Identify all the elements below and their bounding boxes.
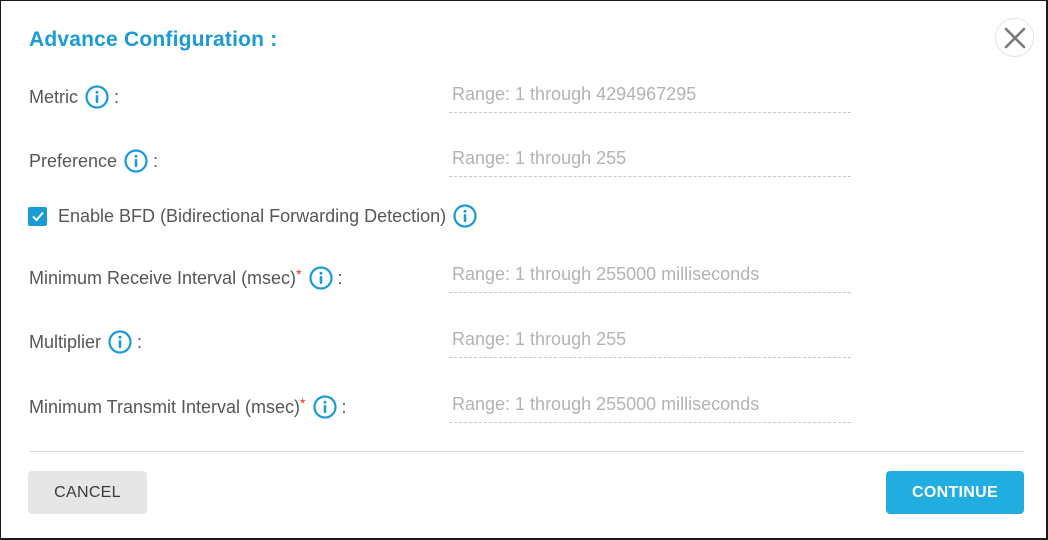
metric-input[interactable] bbox=[449, 77, 851, 113]
min-transmit-interval-label: Minimum Transmit Interval (msec)* bbox=[29, 394, 306, 418]
min-transmit-interval-row: Minimum Transmit Interval (msec)* : bbox=[29, 392, 347, 422]
continue-button[interactable]: CONTINUE bbox=[886, 471, 1024, 514]
min-transmit-interval-text: Minimum Transmit Interval (msec) bbox=[29, 396, 301, 417]
info-icon[interactable] bbox=[124, 149, 148, 173]
close-button[interactable] bbox=[995, 18, 1034, 57]
dialog-title: Advance Configuration : bbox=[29, 28, 278, 51]
multiplier-label: Multiplier bbox=[29, 331, 102, 352]
min-transmit-interval-input[interactable] bbox=[449, 387, 851, 423]
required-asterisk: * bbox=[300, 394, 306, 411]
min-receive-interval-label: Minimum Receive Interval (msec)* bbox=[29, 265, 302, 289]
preference-input[interactable] bbox=[449, 141, 851, 177]
min-transmit-interval-colon: : bbox=[341, 396, 347, 417]
preference-label: Preference bbox=[29, 150, 118, 171]
multiplier-input[interactable] bbox=[449, 322, 851, 358]
advance-configuration-dialog: Advance Configuration : Metric : Prefere… bbox=[0, 0, 1048, 540]
info-icon[interactable] bbox=[85, 85, 109, 109]
multiplier-colon: : bbox=[137, 331, 143, 352]
bfd-row: Enable BFD (Bidirectional Forwarding Det… bbox=[28, 201, 482, 231]
metric-colon: : bbox=[114, 86, 120, 107]
cancel-button[interactable]: CANCEL bbox=[28, 471, 147, 514]
info-icon[interactable] bbox=[312, 395, 337, 419]
min-receive-interval-input[interactable] bbox=[449, 257, 851, 293]
footer-divider bbox=[29, 451, 1024, 452]
info-icon[interactable] bbox=[453, 204, 477, 228]
min-receive-interval-text: Minimum Receive Interval (msec) bbox=[29, 267, 297, 288]
close-icon bbox=[1004, 27, 1025, 48]
info-icon[interactable] bbox=[308, 266, 333, 290]
min-receive-interval-colon: : bbox=[337, 267, 343, 288]
min-receive-interval-row: Minimum Receive Interval (msec)* : bbox=[29, 263, 343, 293]
enable-bfd-checkbox[interactable] bbox=[28, 206, 47, 226]
metric-row: Metric : bbox=[29, 82, 119, 112]
multiplier-row: Multiplier : bbox=[29, 327, 142, 357]
required-asterisk: * bbox=[296, 265, 302, 282]
preference-colon: : bbox=[153, 150, 159, 171]
checkmark-icon bbox=[31, 211, 44, 222]
metric-label: Metric bbox=[29, 86, 78, 107]
enable-bfd-label[interactable]: Enable BFD (Bidirectional Forwarding Det… bbox=[58, 206, 446, 227]
preference-row: Preference : bbox=[29, 146, 158, 176]
info-icon[interactable] bbox=[108, 330, 132, 354]
